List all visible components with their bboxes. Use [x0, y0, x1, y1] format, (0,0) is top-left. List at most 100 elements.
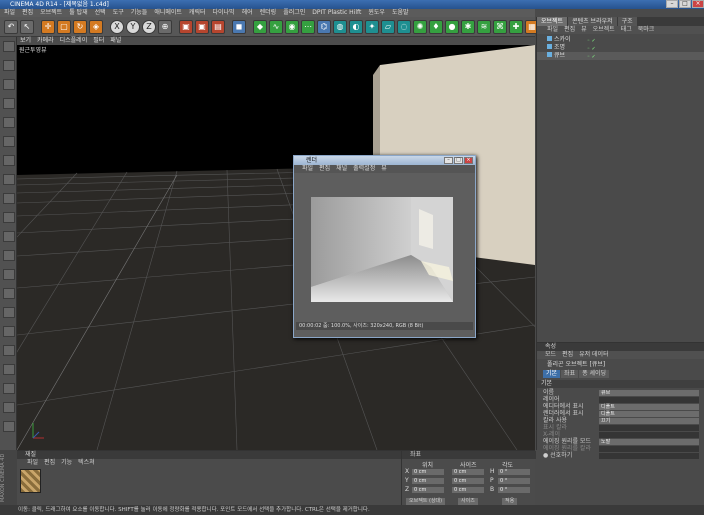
menu-item[interactable]: 오브젝트 [40, 9, 62, 17]
object-menu-item[interactable]: 오브젝트 [593, 26, 615, 34]
attribute-menu-item[interactable]: 모드 [545, 351, 556, 359]
menu-item[interactable]: 윈도우 [368, 9, 385, 17]
close-button[interactable]: × [692, 0, 704, 8]
lock-icon[interactable] [3, 231, 15, 242]
environment-icon[interactable]: ✺ [413, 20, 427, 34]
render-menu-item[interactable]: 편집 [319, 165, 330, 173]
coord-angle-field[interactable]: 0 ° [498, 469, 530, 475]
attribute-tab[interactable]: 기본 [543, 370, 561, 378]
knife-icon[interactable] [3, 288, 15, 299]
render-menu-item[interactable]: 파일 [302, 165, 313, 173]
material-menu-item[interactable]: 기능 [61, 459, 72, 467]
snap-icon[interactable] [3, 212, 15, 223]
nurbs-icon[interactable]: ◉ [285, 20, 299, 34]
render-view-icon[interactable]: ▣ [179, 20, 193, 34]
rotate-icon[interactable]: ↻ [73, 20, 87, 34]
material-menu-item[interactable]: 파일 [27, 459, 38, 467]
coord-angle-field[interactable]: 0 ° [498, 487, 530, 493]
deformer-icon[interactable]: ⌬ [317, 20, 331, 34]
menu-item[interactable]: 툴 탑재 [69, 9, 87, 17]
menu-item[interactable]: 다이나믹 [212, 9, 234, 17]
mirror-icon[interactable] [3, 383, 15, 394]
object-manager-tab[interactable]: 오브젝트 [537, 17, 568, 26]
render-maximize-button[interactable]: □ [454, 157, 463, 164]
menu-item[interactable]: 캐릭터 [189, 9, 206, 17]
light-icon[interactable]: ✦ [365, 20, 379, 34]
z-axis-icon[interactable]: Z [142, 20, 156, 34]
x-axis-icon[interactable]: X [110, 20, 124, 34]
move-icon[interactable]: ✛ [41, 20, 55, 34]
scene-icon[interactable]: ◍ [333, 20, 347, 34]
object-menu-item[interactable]: 파일 [547, 26, 558, 34]
viewport-menu-item[interactable]: 필터 [93, 37, 104, 45]
coord-size-field[interactable]: 0 cm [452, 487, 484, 493]
grid-icon[interactable] [3, 402, 15, 413]
weld-icon[interactable] [3, 364, 15, 375]
soft-select-icon[interactable] [3, 193, 15, 204]
particle-icon[interactable]: ✱ [461, 20, 475, 34]
visibility-flags-icon[interactable]: ◦ ✓ [587, 53, 596, 61]
menu-item[interactable]: 렌더링 [260, 9, 277, 17]
texture-icon[interactable] [3, 79, 15, 90]
render-menu-item[interactable]: 출력설정 [353, 165, 375, 173]
object-row[interactable]: 큐브 ◦ ✓ [537, 52, 704, 60]
render-settings-icon[interactable]: ▤ [211, 20, 225, 34]
attribute-value[interactable] [599, 453, 699, 459]
menu-item[interactable]: DPIT Plastic Hilft [312, 9, 361, 17]
attribute-tab[interactable]: 좌표 [561, 370, 579, 378]
sky-icon[interactable]: ◌ [397, 20, 411, 34]
object-menu-item[interactable]: 북마크 [638, 26, 655, 34]
model-icon[interactable]: ◈ [89, 20, 103, 34]
coord-mode-dropdown[interactable]: 오브젝트 (상대) [406, 498, 446, 505]
menu-item[interactable]: 애니메이트 [154, 9, 182, 17]
world-coord-icon[interactable]: ⊕ [158, 20, 172, 34]
brush-icon[interactable] [3, 250, 15, 261]
bevel-icon[interactable] [3, 345, 15, 356]
attribute-menu-item[interactable]: 편집 [562, 351, 573, 359]
object-row[interactable]: 조명 ◦ ✓ [537, 44, 704, 52]
render-close-button[interactable]: × [464, 157, 473, 164]
camera-icon[interactable]: ◐ [349, 20, 363, 34]
menu-item[interactable]: 기능들 [131, 9, 148, 17]
bulb-icon[interactable]: ● [445, 20, 459, 34]
array-icon[interactable]: ⋯ [301, 20, 315, 34]
hair-icon[interactable]: ≋ [477, 20, 491, 34]
render-picture-viewer-icon[interactable]: ▣ [195, 20, 209, 34]
menu-item[interactable]: 선택 [95, 9, 106, 17]
tag-icon[interactable]: ♦ [429, 20, 443, 34]
coord-size-mode-dropdown[interactable]: 사이즈 [458, 498, 478, 505]
select-icon[interactable]: ↖ [20, 20, 34, 34]
scale-icon[interactable]: ▢ [57, 20, 71, 34]
python-icon[interactable]: ⌘ [493, 20, 507, 34]
extrude-icon[interactable] [3, 326, 15, 337]
cube-icon[interactable]: ◼ [232, 20, 246, 34]
material-menu-item[interactable]: 텍스쳐 [78, 459, 95, 467]
magnet-icon[interactable] [3, 269, 15, 280]
object-menu-item[interactable]: 뷰 [581, 26, 587, 34]
viewport-menu-item[interactable]: 카메라 [37, 37, 54, 45]
material-menu-item[interactable]: 편집 [44, 459, 55, 467]
render-minimize-button[interactable]: – [444, 157, 453, 164]
coord-apply-button[interactable]: 적용 [502, 498, 518, 505]
object-menu-item[interactable]: 태그 [621, 26, 632, 34]
menu-item[interactable]: 플러그인 [283, 9, 305, 17]
edges-mode-icon[interactable] [3, 136, 15, 147]
make-editable-icon[interactable] [3, 41, 15, 52]
attribute-menu-item[interactable]: 유저 데이터 [579, 351, 609, 359]
coord-position-field[interactable]: 0 cm [412, 478, 444, 484]
object-manager-tab[interactable]: 구조 [617, 17, 637, 26]
object-row[interactable]: 스카이 ◦ ✓ [537, 36, 704, 44]
plugin-icon[interactable]: ✚ [509, 20, 523, 34]
y-axis-icon[interactable]: Y [126, 20, 140, 34]
render-menu-item[interactable]: 채널 [336, 165, 347, 173]
object-menu-item[interactable]: 편집 [564, 26, 575, 34]
undo-icon[interactable]: ↶ [4, 20, 18, 34]
bridge-icon[interactable] [3, 307, 15, 318]
menu-item[interactable]: 파일 [4, 9, 15, 17]
object-mode-icon[interactable] [3, 174, 15, 185]
maximize-button[interactable]: □ [679, 0, 691, 8]
workplane-icon[interactable] [3, 98, 15, 109]
viewport-menu-item[interactable]: 보기 [20, 37, 31, 45]
spline-icon[interactable]: ∿ [269, 20, 283, 34]
material-swatch[interactable] [20, 469, 41, 493]
